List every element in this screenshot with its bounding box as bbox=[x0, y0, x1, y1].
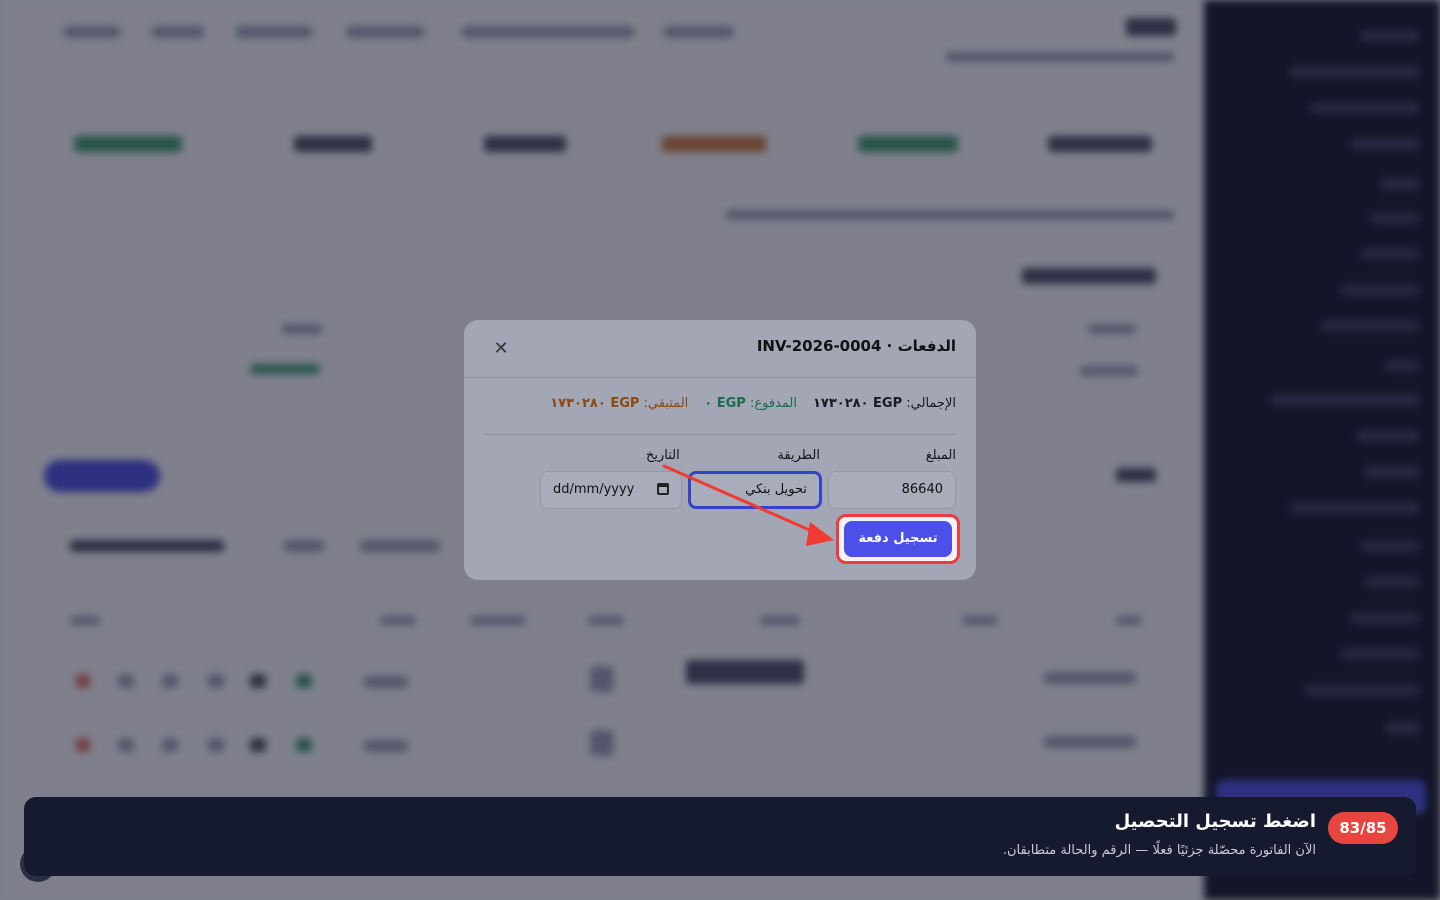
tutorial-title: اضغط تسجيل التحصيل bbox=[1114, 811, 1316, 832]
payments-modal: الدفعات · INV-2026-0004 ✕ الإجمالي: EGP … bbox=[464, 320, 976, 580]
payment-summary: الإجمالي: EGP ١٧٣٠٢٨٠ المدفوع: EGP ٠ الم… bbox=[550, 396, 956, 418]
summary-paid-label: المدفوع: bbox=[749, 396, 797, 411]
date-field[interactable]: dd/mm/yyyy bbox=[540, 471, 682, 509]
step-badge: 83/85 bbox=[1328, 812, 1398, 844]
date-label: التاريخ bbox=[646, 448, 680, 463]
modal-header: الدفعات · INV-2026-0004 ✕ bbox=[464, 320, 976, 378]
method-label: الطريقة bbox=[777, 448, 820, 463]
date-placeholder: dd/mm/yyyy bbox=[553, 482, 635, 497]
summary-remaining-value: EGP ١٧٣٠٢٨٠ bbox=[550, 396, 640, 411]
summary-remaining: المتبقي: EGP ١٧٣٠٢٨٠ bbox=[550, 396, 688, 418]
calendar-icon[interactable] bbox=[657, 483, 669, 495]
amount-field[interactable]: 86640 bbox=[828, 471, 956, 509]
method-select[interactable]: تحويل بنكي bbox=[688, 471, 822, 509]
highlight-ring: تسجيل دفعة bbox=[836, 514, 960, 564]
modal-title: الدفعات · INV-2026-0004 bbox=[756, 337, 956, 355]
summary-total: الإجمالي: EGP ١٧٣٠٢٨٠ bbox=[813, 396, 956, 418]
tutorial-toast: 83/85 اضغط تسجيل التحصيل الآن الفاتورة م… bbox=[24, 797, 1416, 876]
record-payment-button[interactable]: تسجيل دفعة bbox=[844, 521, 952, 557]
summary-total-label: الإجمالي: bbox=[906, 396, 956, 411]
summary-paid: المدفوع: EGP ٠ bbox=[704, 396, 797, 418]
summary-paid-value: EGP ٠ bbox=[704, 396, 746, 411]
summary-total-value: EGP ١٧٣٠٢٨٠ bbox=[812, 396, 903, 411]
tutorial-body: الآن الفاتورة محصّلة جزئيًا فعلًا — الرق… bbox=[1002, 843, 1316, 858]
divider bbox=[484, 434, 956, 435]
summary-remaining-label: المتبقي: bbox=[643, 396, 689, 411]
close-icon[interactable]: ✕ bbox=[490, 338, 512, 360]
amount-label: المبلغ bbox=[925, 448, 956, 463]
